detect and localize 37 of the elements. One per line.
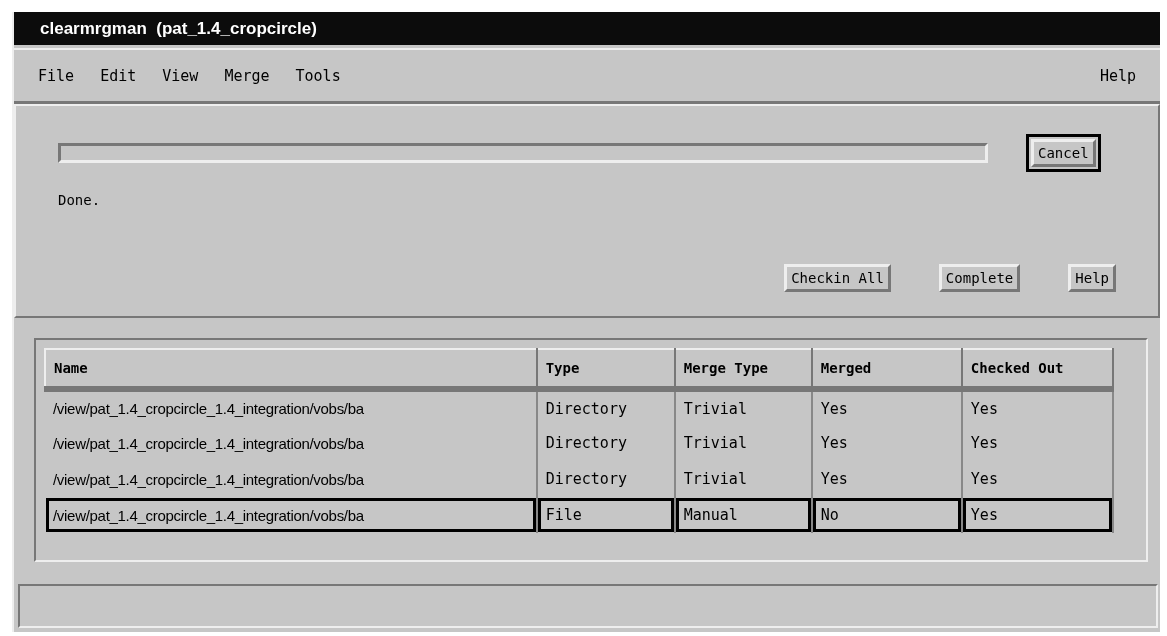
table-cell: Manual [674,497,812,533]
help-menu[interactable]: Help [1097,64,1138,87]
table-cell: /view/pat_1.4_cropcircle_1.4_integration/vobs/ba [45,425,537,461]
column-header[interactable]: Type [536,349,675,389]
column-header[interactable]: Merged [811,349,962,389]
menu-item[interactable]: Tools [293,64,343,87]
table-cell: /view/pat_1.4_cropcircle_1.4_integration/vobs/ba [45,497,537,533]
window-title: clearmrgman (pat_1.4_cropcircle) [40,18,317,39]
table-cell: Yes [811,425,962,461]
table-cell: No [811,497,962,533]
table-cell: Yes [961,389,1113,425]
table-cell: Directory [536,425,675,461]
dialog-button[interactable]: Help [1068,264,1116,292]
menu-item[interactable]: Edit [98,64,139,87]
table-cell: /view/pat_1.4_cropcircle_1.4_integration/vobs/ba [45,389,537,425]
menu-item[interactable]: File [36,64,77,87]
cancel-button[interactable]: Cancel [1031,139,1096,167]
column-header[interactable]: Name [45,349,537,389]
dialog-button[interactable]: Complete [938,264,1021,292]
table-cell: Yes [961,461,1113,497]
table-cell: File [536,497,675,533]
table-cell: Yes [811,461,962,497]
column-header[interactable]: Checked Out [961,349,1113,389]
table-cell: Yes [811,389,962,425]
table-cell: Trivial [674,389,812,425]
menu-item[interactable]: Merge [222,64,272,87]
table-cell: Trivial [674,461,812,497]
column-header[interactable]: Merge Type [674,349,812,389]
menu-item[interactable]: View [160,64,201,87]
status-text: Done. [58,192,101,208]
table-cell: Yes [961,425,1113,461]
table-cell: Trivial [674,425,812,461]
table-cell: Directory [536,389,675,425]
dialog-button[interactable]: Checkin All [784,264,891,292]
table-cell: Directory [536,461,675,497]
table-cell: /view/pat_1.4_cropcircle_1.4_integration/vobs/ba [45,461,537,497]
table-cell: Yes [961,497,1113,533]
